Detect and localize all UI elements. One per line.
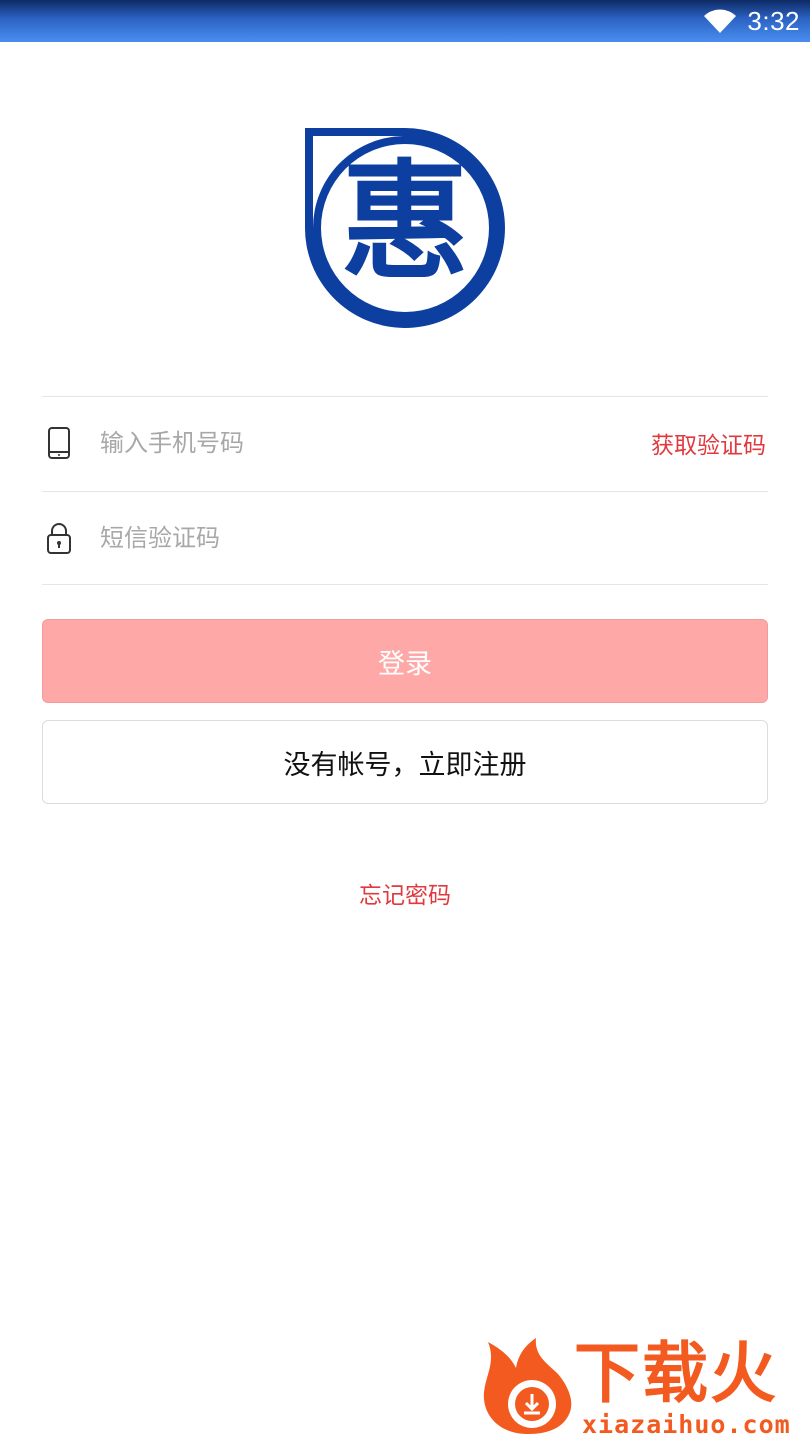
sms-field-row (42, 492, 768, 584)
get-code-button[interactable]: 获取验证码 (651, 426, 766, 460)
logo-glyph: 惠 (341, 148, 469, 297)
phone-field-row: 获取验证码 (42, 397, 768, 489)
status-bar: 3:32 (0, 0, 810, 42)
app-logo: 惠 (304, 127, 505, 328)
login-button-label: 登录 (378, 648, 432, 680)
register-button-label: 没有帐号，立即注册 (283, 749, 527, 781)
phone-icon (48, 427, 70, 459)
divider-bottom (42, 584, 768, 585)
forgot-password-link[interactable]: 忘记密码 (0, 876, 810, 910)
register-button[interactable]: 没有帐号，立即注册 (42, 720, 768, 804)
status-time: 3:32 (747, 5, 800, 36)
watermark-url: xiazaihuo.com (582, 1410, 791, 1439)
wifi-icon (704, 9, 737, 33)
sms-code-input[interactable] (100, 508, 768, 568)
lock-icon (47, 523, 71, 554)
flame-logo-icon (483, 1338, 572, 1434)
login-button[interactable]: 登录 (42, 619, 768, 703)
phone-input[interactable] (100, 413, 651, 473)
watermark: 下载火 xiazaihuo.com (478, 1334, 804, 1439)
watermark-brand: 下载火 (574, 1335, 778, 1412)
